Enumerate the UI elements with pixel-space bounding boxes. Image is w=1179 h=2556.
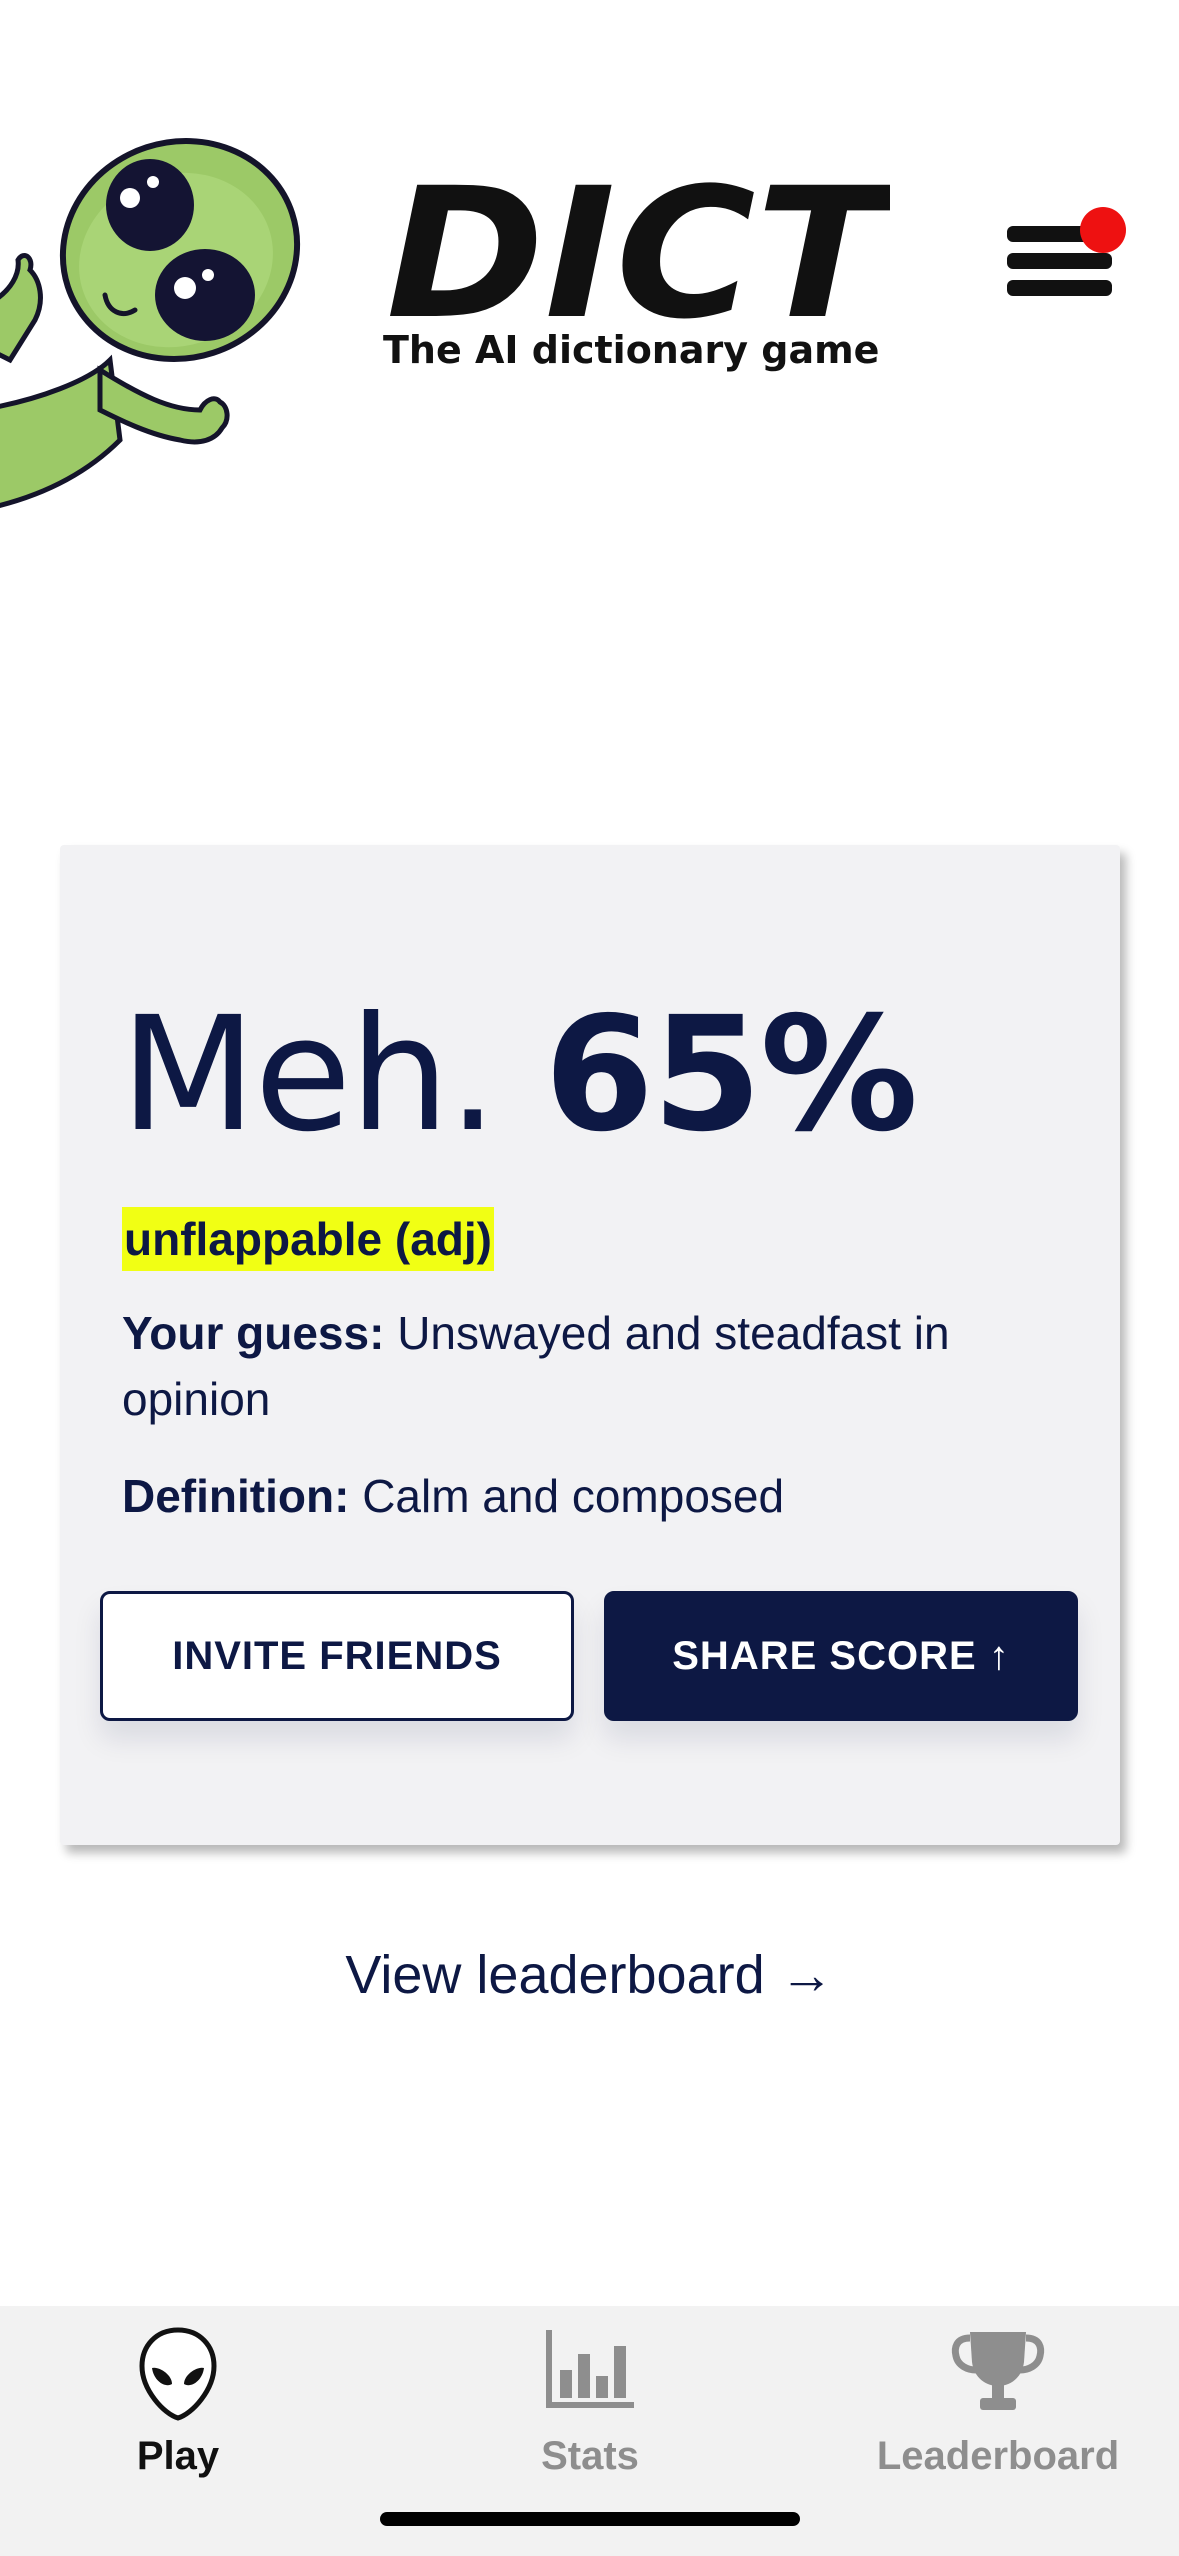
svg-text:DICT: DICT xyxy=(386,170,890,330)
score-percentage: 65% xyxy=(544,983,918,1167)
score-verdict: Meh. xyxy=(120,983,498,1167)
tab-leaderboard[interactable]: Leaderboard xyxy=(848,2326,1148,2486)
notification-dot xyxy=(1080,207,1126,253)
view-leaderboard-link[interactable]: View leaderboard → xyxy=(0,1940,1179,2010)
tab-leaderboard-label: Leaderboard xyxy=(876,2434,1120,2478)
home-indicator xyxy=(380,2512,800,2526)
definition-label: Definition: xyxy=(122,1470,350,1522)
invite-friends-button[interactable]: INVITE FRIENDS xyxy=(100,1591,574,1721)
definition-text: Calm and composed xyxy=(362,1470,785,1522)
score-heading: Meh. 65% xyxy=(120,983,918,1167)
result-card: Meh. 65% unflappable (adj) Your guess: U… xyxy=(60,845,1120,1845)
trophy-icon xyxy=(951,2332,1045,2410)
tab-stats-label: Stats xyxy=(541,2434,639,2478)
bar-chart-icon xyxy=(546,2330,634,2408)
alien-mascot xyxy=(0,110,320,530)
tab-stats[interactable]: Stats xyxy=(440,2326,740,2486)
definition: Definition: Calm and composed xyxy=(122,1463,1052,1529)
logo-wordmark: DICT xyxy=(386,170,890,330)
menu-button[interactable] xyxy=(1000,200,1130,330)
logo-tagline: The AI dictionary game xyxy=(383,328,880,372)
your-guess: Your guess: Unswayed and steadfast in op… xyxy=(122,1300,1052,1432)
guess-label: Your guess: xyxy=(122,1307,385,1359)
word-of-the-day: unflappable (adj) xyxy=(122,1207,494,1271)
share-score-button[interactable]: SHARE SCORE ↑ xyxy=(604,1591,1078,1721)
dict-logo: DICT The AI dictionary game xyxy=(380,170,900,385)
alien-head-icon xyxy=(139,2327,217,2421)
tab-play[interactable]: Play xyxy=(28,2326,328,2486)
tab-play-label: Play xyxy=(136,2434,220,2478)
